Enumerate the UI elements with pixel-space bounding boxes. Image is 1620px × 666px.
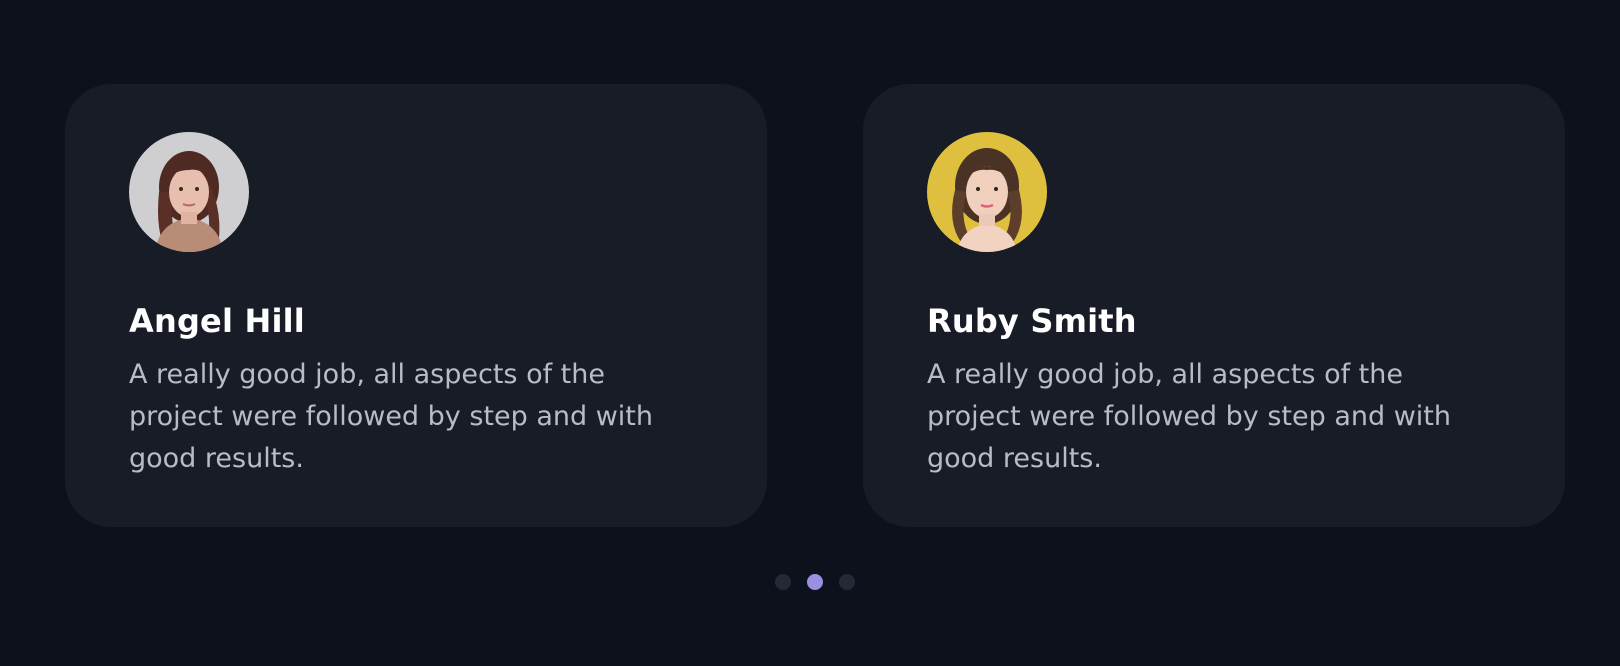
- pagination-dot-3[interactable]: [839, 574, 855, 590]
- avatar: [129, 132, 249, 252]
- testimonial-card: Ruby Smith A really good job, all aspect…: [863, 84, 1565, 527]
- testimonial-card: Angel Hill A really good job, all aspect…: [65, 84, 767, 527]
- pagination-dots: [775, 574, 855, 590]
- testimonial-name: Angel Hill: [129, 302, 305, 340]
- pagination-dot-2-active[interactable]: [807, 574, 823, 590]
- pagination-dot-1[interactable]: [775, 574, 791, 590]
- person-photo-icon: [129, 132, 249, 252]
- testimonial-quote: A really good job, all aspects of the pr…: [129, 359, 653, 474]
- testimonial-name: Ruby Smith: [927, 302, 1137, 340]
- testimonial-slider: Angel Hill A really good job, all aspect…: [0, 0, 1620, 666]
- testimonial-quote: A really good job, all aspects of the pr…: [927, 359, 1451, 474]
- avatar: [927, 132, 1047, 252]
- person-photo-icon: [927, 132, 1047, 252]
